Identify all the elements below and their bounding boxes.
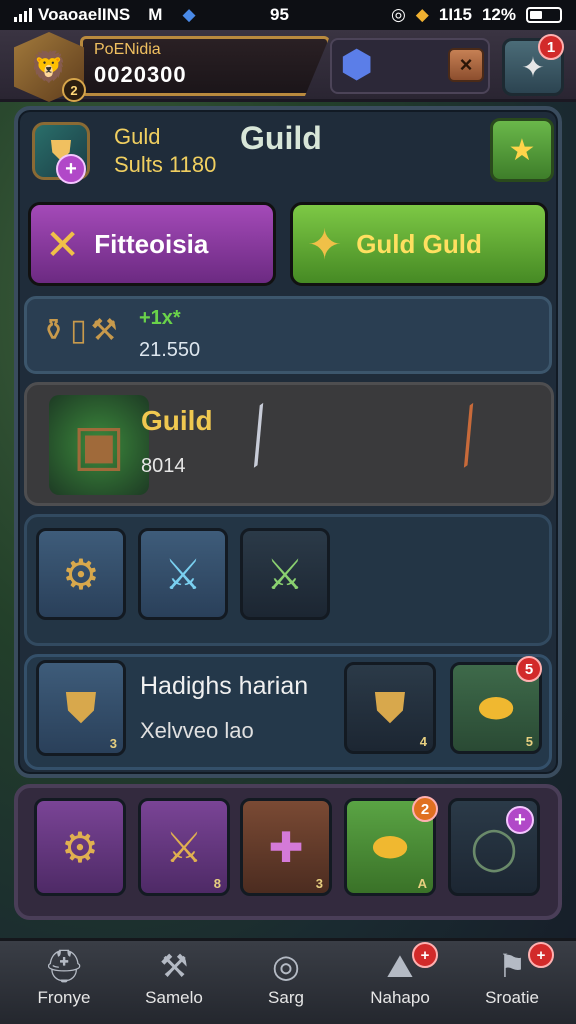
lion-icon: 🦁 — [30, 50, 68, 84]
compass-star-icon: ✦ — [307, 220, 343, 268]
gold-shield-icon: ⛊ — [65, 683, 97, 731]
carrier-suffix: M — [148, 5, 163, 24]
featured-title: Guild — [141, 405, 213, 436]
top-bar: 🦁 2 PoENidia 0020300 ⬢ × ✦ 1 — [0, 30, 576, 102]
blue-gem-icon: ⬢ — [340, 44, 374, 86]
blade-icon: ⚔ — [165, 823, 203, 871]
featured-count: 8014 — [141, 455, 186, 477]
nav-nahapo-badge: + — [412, 942, 438, 968]
gold-ingot-icon: ⬬ — [372, 822, 408, 870]
inv-gold-num: A — [417, 876, 427, 891]
scroll-icon: ⚙ — [61, 823, 99, 871]
nav-label: Sarg — [268, 988, 304, 1007]
carrier-info: VoaoaelINS M ◆ — [14, 5, 214, 25]
purple-button-label: Fitteoisia — [94, 228, 209, 259]
anvil-icon: ⚒ — [159, 948, 189, 984]
scroll-slot[interactable]: ⚙ — [36, 528, 126, 620]
status-bar: VoaoaelINS M ◆ 95 ◎ ◆ 1I15 12% — [0, 0, 576, 30]
nav-label: Fronye — [37, 988, 91, 1007]
shield-slot-num: 4 — [419, 734, 427, 749]
signal-icon — [14, 8, 32, 22]
blade-slot[interactable]: ⚔ — [138, 528, 228, 620]
nav-item-fronye[interactable]: ⛑ Fronye — [16, 944, 112, 1020]
inv-wand[interactable]: ✚ 3 — [240, 798, 332, 896]
nav-item-samelo[interactable]: ⚒ Samelo — [126, 944, 222, 1020]
detail-shield-slot[interactable]: ⛊ 3 — [36, 660, 126, 756]
green-button-label: Guld Guld — [356, 228, 482, 259]
player-name: PoENidia — [94, 41, 161, 58]
guild-header: ⛊ + Guld Sults 1180 Guild ★ — [14, 114, 554, 192]
shield-icon: ⛊ — [374, 683, 406, 731]
guild-title: Guild — [240, 120, 322, 156]
status-time: 95 — [270, 5, 289, 24]
magic-wand-icon: ✚ — [268, 823, 304, 871]
battery-icon — [526, 7, 562, 23]
menu-notification-badge: 1 — [538, 34, 564, 60]
helmet-icon: ⛑ — [43, 948, 85, 984]
red-spear-icon: ⟋ — [430, 393, 509, 479]
nav-label: Samelo — [145, 988, 203, 1007]
inv-gold-badge: 2 — [412, 796, 438, 822]
detail-title: Hadighs harian — [140, 672, 309, 700]
stat-sparkle: +1x* — [139, 307, 181, 329]
network-text: 1I15 — [438, 5, 472, 24]
inv-scroll[interactable]: ⚙ — [34, 798, 126, 896]
featured-item-card[interactable]: ▣ Guild 8014 ⟋ ⟋ — [24, 382, 554, 506]
nav-label: Sroatie — [485, 988, 539, 1007]
carrier-name: VoaoaelINS — [38, 5, 131, 24]
nav-item-sarg[interactable]: ◎ Sarg — [238, 944, 334, 1020]
location-icon: ◎ — [390, 5, 406, 24]
target-icon: ◎ — [272, 948, 300, 984]
star-icon: ★ — [508, 133, 536, 167]
guild-suits: Sults 1180 — [114, 152, 217, 177]
spear-icon: ⟋ — [220, 393, 299, 479]
purple-action-button[interactable]: ✕ Fitteoisia — [28, 202, 276, 286]
nav-sroatie-badge: + — [528, 942, 554, 968]
crossed-swords-icon: ⚔ — [266, 550, 304, 598]
guild-label: Guld — [114, 124, 161, 149]
battery-text: 12% — [481, 5, 516, 24]
blue-gem-status-icon: ◆ — [182, 5, 196, 24]
gem-status-icon: ◆ — [415, 5, 429, 24]
inv-blade-num: 8 — [213, 876, 221, 891]
crossed-swords-icon: ✕ — [45, 220, 81, 268]
green-action-button[interactable]: ✦ Guld Guld — [290, 202, 548, 286]
gold-slot-num: 5 — [525, 734, 533, 749]
favorite-button[interactable]: ★ — [490, 118, 554, 182]
player-score: 0020300 — [94, 62, 187, 87]
gold-ingot-icon: ⬬ — [478, 683, 514, 731]
close-button[interactable]: × — [448, 48, 484, 82]
gold-slot-badge: 5 — [516, 656, 542, 682]
treasure-chest-icon: ▣ — [49, 395, 149, 495]
detail-item-count: 3 — [109, 736, 117, 751]
detail-subtitle: Xelvveo lao — [140, 718, 254, 743]
inv-blade[interactable]: ⚔ 8 — [138, 798, 230, 896]
stat-row: ⚱▯⚒ +1x* 21.550 — [24, 296, 552, 374]
inv-ring-badge: + — [506, 806, 534, 834]
guild-plus-badge[interactable]: + — [56, 154, 86, 184]
inv-wand-num: 3 — [315, 876, 323, 891]
crossed-swords-slot[interactable]: ⚔ — [240, 528, 330, 620]
status-right: ◎ ◆ 1I15 12% — [391, 5, 562, 25]
stat-value: 21.550 — [139, 339, 201, 361]
avatar-level-badge: 2 — [62, 78, 86, 102]
nav-label: Nahapo — [370, 988, 430, 1007]
resource-icons: ⚱▯⚒ — [41, 314, 122, 347]
scroll-icon: ⚙ — [62, 550, 100, 598]
shield-slot[interactable]: ⛊ 4 — [344, 662, 436, 754]
blade-icon: ⚔ — [164, 550, 202, 598]
